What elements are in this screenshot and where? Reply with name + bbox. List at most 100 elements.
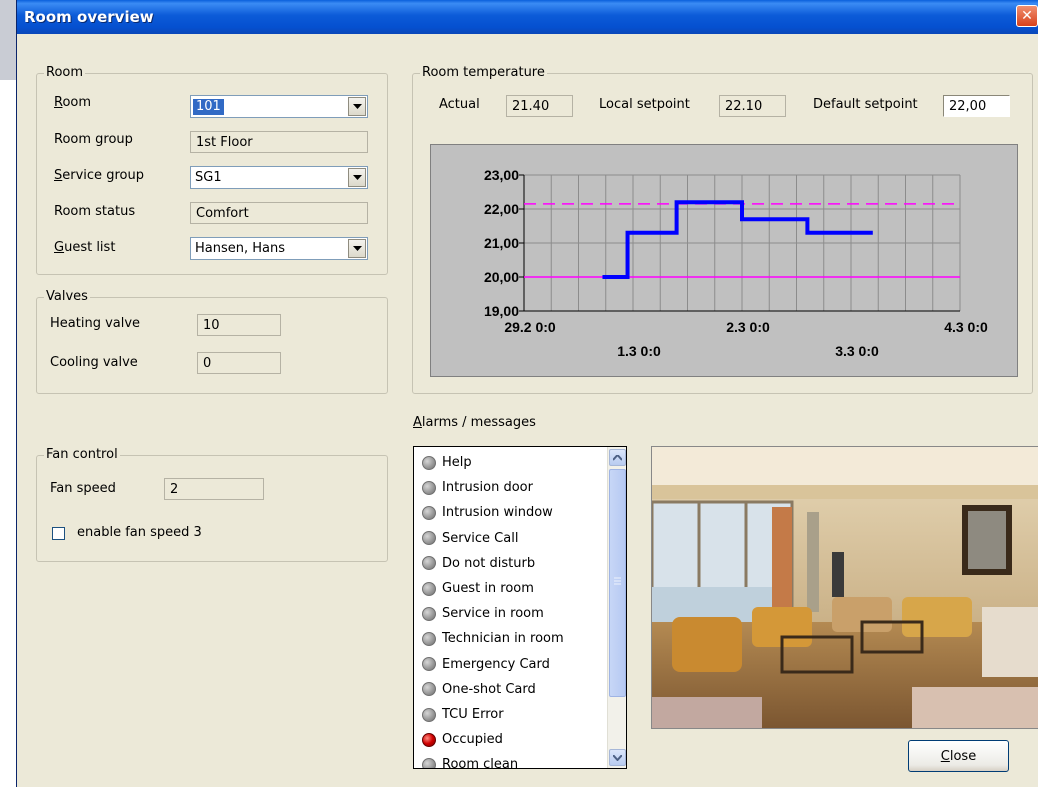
alarm-item-label: Intrusion door bbox=[442, 480, 533, 496]
alarm-item[interactable]: Intrusion door bbox=[422, 475, 533, 500]
room-temperature-group-title: Room temperature bbox=[420, 65, 547, 80]
alarms-label: Alarms / messages bbox=[413, 415, 536, 430]
fan-control-group-title: Fan control bbox=[44, 447, 120, 462]
room-dropdown-button[interactable] bbox=[348, 97, 366, 116]
service-group-value: SG1 bbox=[195, 170, 222, 185]
close-icon: ✕ bbox=[1021, 8, 1033, 24]
desktop-edge-lower bbox=[0, 80, 16, 787]
heating-valve-field: 10 bbox=[197, 314, 281, 336]
alarm-item-label: Help bbox=[442, 455, 472, 470]
alarms-list[interactable]: Help Intrusion door Intrusion window Servic… bbox=[413, 446, 627, 769]
alarm-item[interactable]: One-shot Card bbox=[422, 677, 536, 702]
chevron-down-icon bbox=[613, 754, 622, 761]
alarm-item-label: Service Call bbox=[442, 530, 519, 546]
alarm-item-label: Technician in room bbox=[442, 631, 564, 647]
local-setpoint-label: Local setpoint bbox=[599, 97, 690, 112]
temperature-chart: 19,00 20,00 21,00 22,00 23,00 29.2 0:0 1.3 0:0… bbox=[484, 167, 988, 359]
alarm-item[interactable]: TCU Error bbox=[422, 702, 504, 727]
room-overview-window: Room overview ✕ Room Room 101 Room group… bbox=[16, 0, 1038, 787]
guest-list-value: Hansen, Hans bbox=[195, 241, 286, 256]
status-led-off-icon bbox=[422, 757, 436, 768]
alarm-item[interactable]: Help bbox=[422, 450, 472, 475]
actual-field: 21.40 bbox=[506, 95, 573, 117]
cooling-valve-label: Cooling valve bbox=[50, 355, 138, 370]
alarm-item[interactable]: Guest in room bbox=[422, 576, 534, 601]
alarm-item-label: Guest in room bbox=[442, 581, 534, 596]
temperature-series-line bbox=[602, 200, 873, 279]
scroll-down-button[interactable] bbox=[609, 749, 626, 766]
chevron-down-icon bbox=[352, 245, 362, 251]
y-tick-label: 21,00 bbox=[484, 235, 519, 251]
status-led-off-icon bbox=[422, 531, 436, 546]
alarm-item[interactable]: Service in room bbox=[422, 601, 544, 626]
y-tick-label: 23,00 bbox=[484, 167, 519, 183]
alarm-item[interactable]: Do not disturb bbox=[422, 551, 535, 576]
status-led-on-icon bbox=[422, 732, 436, 747]
room-photo bbox=[651, 446, 1038, 729]
guest-list-dropdown-button[interactable] bbox=[348, 239, 366, 258]
service-group-dropdown-button[interactable] bbox=[348, 168, 366, 187]
default-setpoint-field[interactable]: 22,00 bbox=[943, 95, 1010, 117]
window-close-button[interactable]: ✕ bbox=[1016, 5, 1038, 27]
status-led-off-icon bbox=[422, 505, 436, 520]
alarm-item[interactable]: Technician in room bbox=[422, 626, 564, 651]
service-group-label: Service group bbox=[54, 168, 144, 183]
room-label: Room bbox=[54, 95, 92, 110]
close-button[interactable]: Close bbox=[908, 740, 1009, 772]
room-groupbox: Room Room 101 Room group 1st Floor Servi… bbox=[36, 66, 388, 275]
alarms-scrollbar[interactable] bbox=[607, 447, 626, 768]
room-group-label: Room group bbox=[54, 132, 133, 147]
alarm-item[interactable]: Occupied bbox=[422, 727, 503, 752]
room-group-field: 1st Floor bbox=[190, 131, 368, 153]
y-tick-label: 19,00 bbox=[484, 303, 519, 319]
room-status-field: Comfort bbox=[190, 202, 368, 224]
alarm-item-label: Occupied bbox=[442, 732, 503, 748]
alarm-item[interactable]: Room clean bbox=[422, 752, 519, 769]
status-led-off-icon bbox=[422, 631, 436, 646]
x-tick-label: 29.2 0:0 bbox=[504, 319, 556, 335]
window-title: Room overview bbox=[24, 8, 154, 26]
chevron-up-icon bbox=[613, 454, 622, 461]
cooling-valve-field: 0 bbox=[197, 352, 281, 374]
status-led-off-icon bbox=[422, 682, 436, 697]
desktop-edge bbox=[0, 0, 16, 80]
status-led-off-icon bbox=[422, 657, 436, 672]
status-led-off-icon bbox=[422, 455, 436, 470]
guest-list-label: Guest list bbox=[54, 240, 116, 255]
guest-list-select[interactable]: Hansen, Hans bbox=[190, 237, 368, 260]
alarm-item-label: Room clean bbox=[442, 757, 519, 769]
chevron-down-icon bbox=[352, 174, 362, 180]
chevron-down-icon bbox=[352, 103, 362, 109]
heating-valve-label: Heating valve bbox=[50, 316, 141, 331]
alarm-item[interactable]: Service Call bbox=[422, 526, 518, 551]
alarm-item-label: Service in room bbox=[442, 606, 544, 622]
room-group-title: Room bbox=[44, 65, 86, 80]
alarm-item-label: One-shot Card bbox=[442, 681, 536, 697]
x-tick-label: 4.3 0:0 bbox=[944, 319, 988, 335]
fan-speed-field: 2 bbox=[164, 478, 264, 500]
alarm-item[interactable]: Emergency Card bbox=[422, 652, 550, 677]
temperature-chart-panel: 19,00 20,00 21,00 22,00 23,00 29.2 0:0 1.3 0:0… bbox=[430, 144, 1018, 377]
alarm-item-label: Intrusion window bbox=[442, 505, 553, 521]
x-tick-label: 2.3 0:0 bbox=[726, 319, 770, 335]
status-led-off-icon bbox=[422, 606, 436, 621]
enable-fan-speed-3-label[interactable]: enable fan speed 3 bbox=[77, 525, 202, 541]
fan-control-groupbox: Fan control Fan speed 2 enable fan speed… bbox=[36, 448, 388, 562]
status-led-off-icon bbox=[422, 480, 436, 495]
alarm-item[interactable]: Intrusion window bbox=[422, 500, 553, 525]
room-photo-image bbox=[652, 447, 1038, 728]
room-select[interactable]: 101 bbox=[190, 95, 368, 118]
local-setpoint-field: 22.10 bbox=[719, 95, 786, 117]
fan-speed-label: Fan speed bbox=[50, 481, 116, 496]
valves-group-title: Valves bbox=[44, 289, 90, 304]
scroll-up-button[interactable] bbox=[609, 449, 626, 466]
title-bar[interactable]: Room overview ✕ bbox=[17, 0, 1038, 34]
actual-label: Actual bbox=[439, 97, 480, 112]
x-tick-label: 3.3 0:0 bbox=[835, 343, 879, 359]
scroll-thumb[interactable] bbox=[609, 469, 626, 697]
enable-fan-speed-3-checkbox[interactable] bbox=[52, 527, 65, 540]
status-led-off-icon bbox=[422, 581, 436, 596]
status-led-off-icon bbox=[422, 707, 436, 722]
service-group-select[interactable]: SG1 bbox=[190, 166, 368, 189]
y-tick-label: 20,00 bbox=[484, 269, 519, 285]
